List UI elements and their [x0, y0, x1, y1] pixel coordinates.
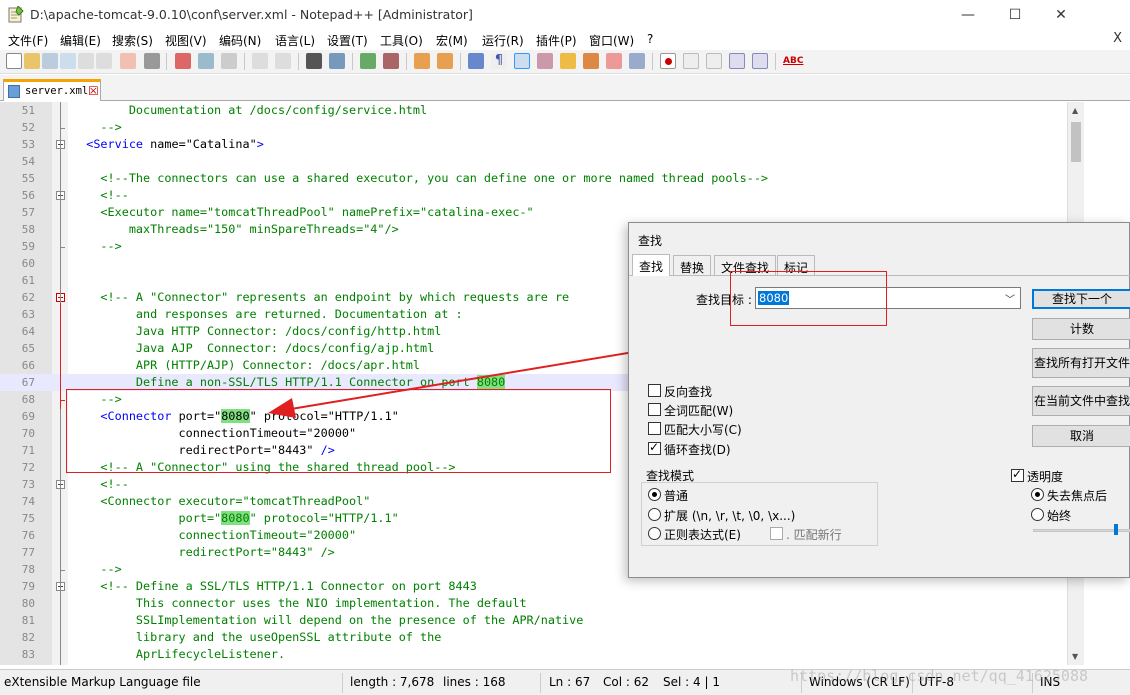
mode-extended-label: 扩展 (\n, \r, \t, \0, \x...)	[664, 509, 796, 523]
mode-regex-radio[interactable]	[648, 527, 661, 540]
transparency-always-radio[interactable]	[1031, 508, 1044, 521]
transparency-label: 透明度	[1027, 470, 1064, 484]
chevron-down-icon[interactable]: ﹀	[1005, 291, 1015, 306]
match-case-label: 匹配大小写(C)	[664, 423, 742, 437]
whole-word-checkbox[interactable]	[648, 403, 661, 416]
search-mode-label: 查找模式	[646, 469, 695, 483]
count-button[interactable]: 计数	[1032, 318, 1130, 340]
find-next-button[interactable]: 查找下一个	[1032, 289, 1130, 309]
mode-regex-label: 正则表达式(E)	[664, 528, 741, 542]
tab-find[interactable]: 查找	[632, 254, 671, 276]
match-case-checkbox[interactable]	[648, 422, 661, 435]
wrap-around-checkbox[interactable]	[648, 440, 661, 455]
wrap-around-label: 循环查找(D)	[664, 443, 731, 457]
dot-newline-checkbox[interactable]	[770, 527, 783, 540]
tab-replace[interactable]: 替换	[673, 255, 712, 275]
find-dialog: 查找 查找 替换 文件查找 标记 查找目标 : 8080 ﹀ 查找下一个 计数 …	[628, 222, 1130, 578]
mode-extended-radio[interactable]	[648, 508, 661, 521]
mode-normal-radio[interactable]	[648, 488, 661, 501]
find-all-current-button[interactable]: 在当前文件中查找	[1032, 386, 1130, 416]
transparency-slider-thumb[interactable]	[1114, 524, 1118, 535]
transparency-on-lose-focus-radio[interactable]	[1031, 488, 1044, 501]
whole-word-label: 全词匹配(W)	[664, 404, 734, 418]
cancel-button[interactable]: 取消	[1032, 425, 1130, 447]
transparency-checkbox[interactable]	[1011, 467, 1024, 482]
mode-normal-label: 普通	[664, 489, 689, 503]
backward-checkbox[interactable]	[648, 384, 661, 397]
find-all-open-button[interactable]: 查找所有打开文件	[1032, 348, 1130, 378]
backward-label: 反向查找	[664, 385, 713, 399]
transparency-on-lose-focus-label: 失去焦点后	[1047, 489, 1108, 503]
annotation-rect-find	[730, 271, 887, 326]
dot-newline-label: . 匹配新行	[786, 528, 842, 542]
transparency-always-label: 始终	[1047, 509, 1072, 523]
dialog-title: 查找	[638, 234, 663, 248]
